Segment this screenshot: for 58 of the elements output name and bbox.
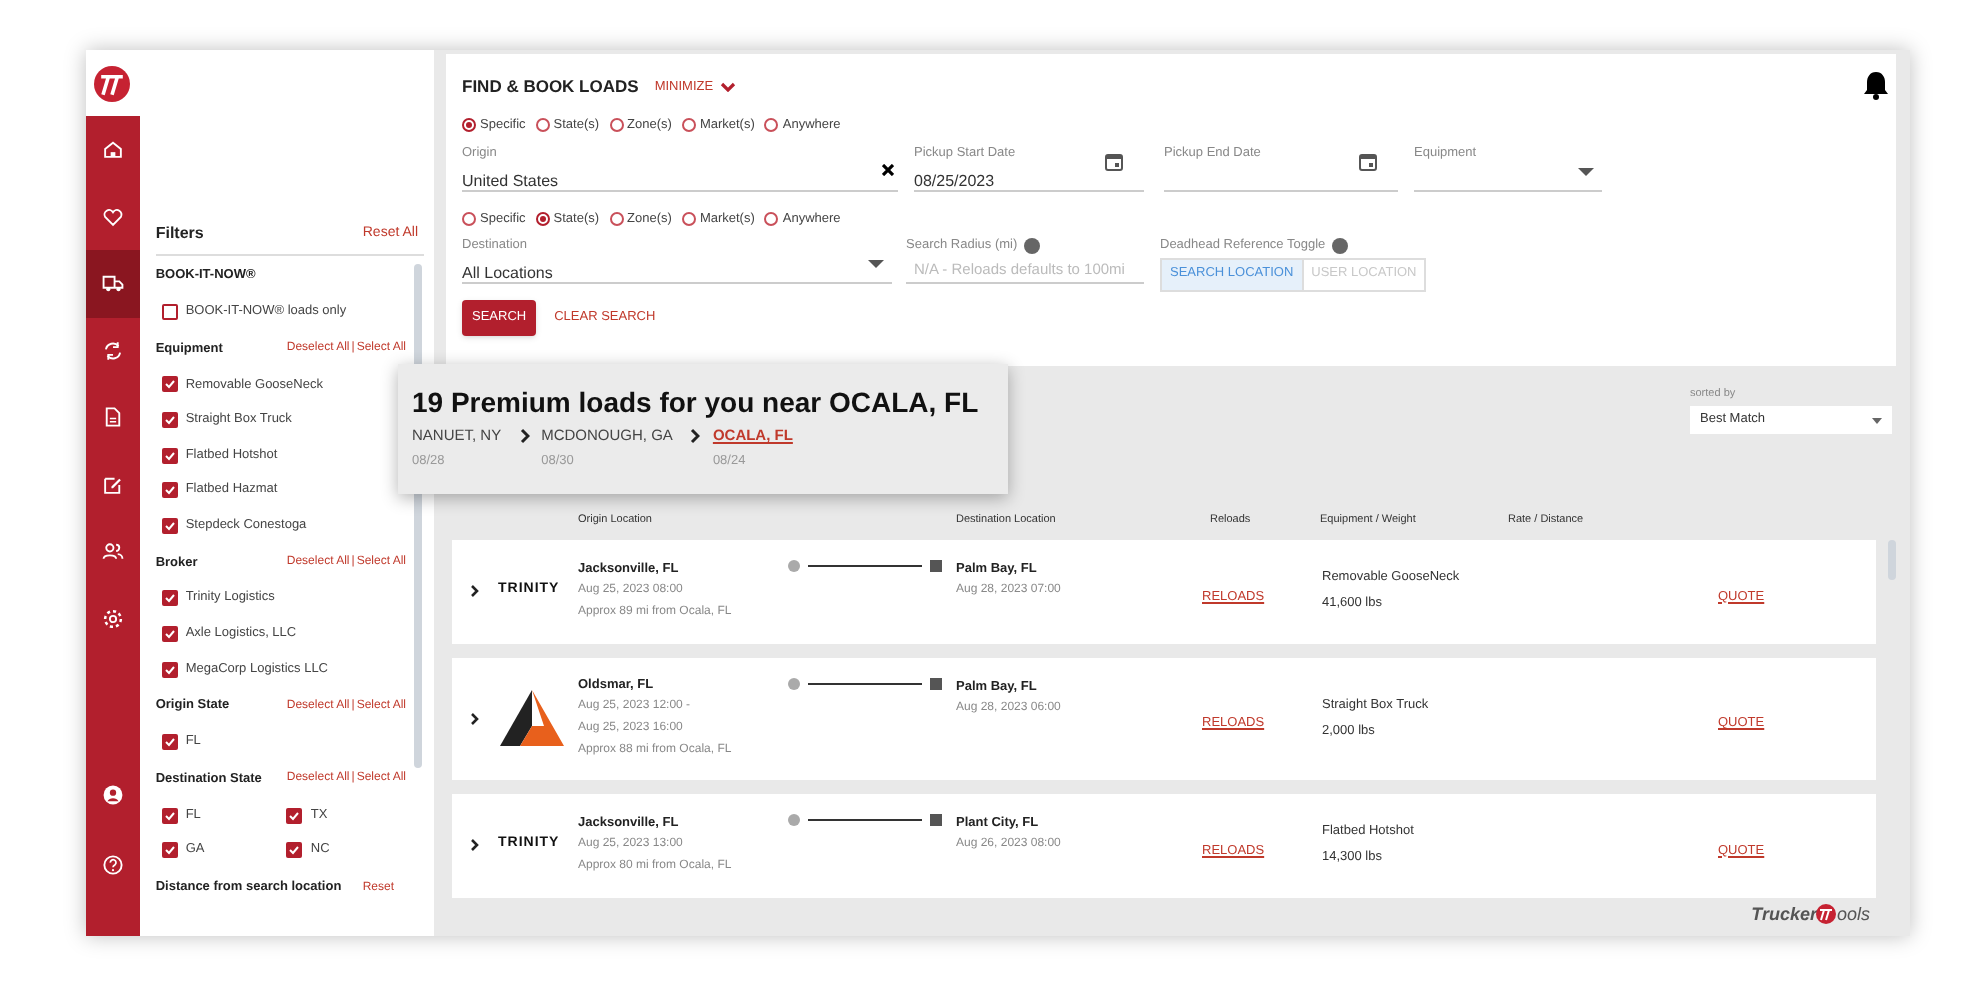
home-icon bbox=[101, 138, 124, 161]
truck-icon bbox=[101, 272, 124, 295]
radio-button[interactable] bbox=[609, 212, 624, 227]
edit-icon bbox=[101, 473, 124, 496]
dropdown-arrow-icon bbox=[1872, 417, 1882, 424]
expand-icon[interactable] bbox=[470, 838, 480, 852]
radio-button[interactable] bbox=[609, 118, 624, 133]
checkbox[interactable] bbox=[286, 842, 303, 859]
radio-button[interactable] bbox=[535, 212, 550, 227]
checkbox[interactable] bbox=[161, 517, 178, 534]
info-icon[interactable] bbox=[1331, 237, 1348, 254]
help-icon bbox=[101, 854, 124, 876]
brand-text: Trucker bbox=[1751, 901, 1817, 927]
checkbox[interactable] bbox=[286, 807, 303, 824]
premium-loads-title: 19 Premium loads for you near OCALA, FL bbox=[412, 388, 981, 416]
caret-icon bbox=[719, 81, 736, 92]
checkbox[interactable] bbox=[161, 447, 178, 464]
user-icon bbox=[101, 784, 124, 806]
refresh-icon bbox=[101, 339, 124, 362]
calendar-icon[interactable] bbox=[1358, 151, 1378, 172]
radio-button[interactable] bbox=[764, 212, 779, 227]
checkbox[interactable] bbox=[161, 661, 178, 678]
radio-button[interactable] bbox=[462, 118, 476, 133]
radio-button[interactable] bbox=[535, 118, 550, 133]
checkbox[interactable] bbox=[161, 303, 178, 320]
chevron-right-icon bbox=[519, 427, 530, 444]
checkbox[interactable] bbox=[161, 376, 178, 393]
bell-icon[interactable] bbox=[1862, 70, 1890, 100]
dropdown-arrow-icon bbox=[868, 259, 884, 268]
expand-icon[interactable] bbox=[470, 711, 480, 725]
heart-icon bbox=[101, 205, 124, 228]
triangle-logo-icon bbox=[498, 688, 566, 748]
search-title: FIND & BOOK LOADS bbox=[462, 74, 639, 100]
checkbox[interactable] bbox=[161, 411, 178, 428]
document-icon bbox=[101, 406, 124, 429]
checkbox[interactable] bbox=[161, 482, 178, 499]
nav-item[interactable] bbox=[86, 250, 140, 317]
filters-title: Filters bbox=[155, 222, 204, 246]
brand-logo-icon bbox=[1816, 904, 1837, 925]
radio-button[interactable] bbox=[681, 118, 696, 133]
settings-icon bbox=[101, 607, 124, 630]
dropdown-arrow-icon bbox=[1578, 167, 1594, 176]
brand-text: ools bbox=[1836, 901, 1870, 927]
expand-icon[interactable] bbox=[470, 584, 480, 598]
checkbox[interactable] bbox=[161, 807, 178, 824]
chevron-right-icon bbox=[690, 427, 701, 444]
checkbox[interactable] bbox=[161, 734, 178, 751]
radio-button[interactable] bbox=[462, 212, 476, 227]
calendar-icon[interactable] bbox=[1104, 151, 1124, 172]
radio-button[interactable] bbox=[764, 118, 779, 133]
info-icon[interactable] bbox=[1023, 237, 1040, 254]
users-icon bbox=[101, 540, 124, 563]
logo-icon bbox=[94, 65, 131, 101]
radio-button[interactable] bbox=[681, 212, 696, 227]
checkbox[interactable] bbox=[161, 842, 178, 859]
clear-icon[interactable] bbox=[882, 163, 894, 176]
checkbox[interactable] bbox=[161, 625, 178, 642]
checkbox[interactable] bbox=[161, 590, 178, 607]
